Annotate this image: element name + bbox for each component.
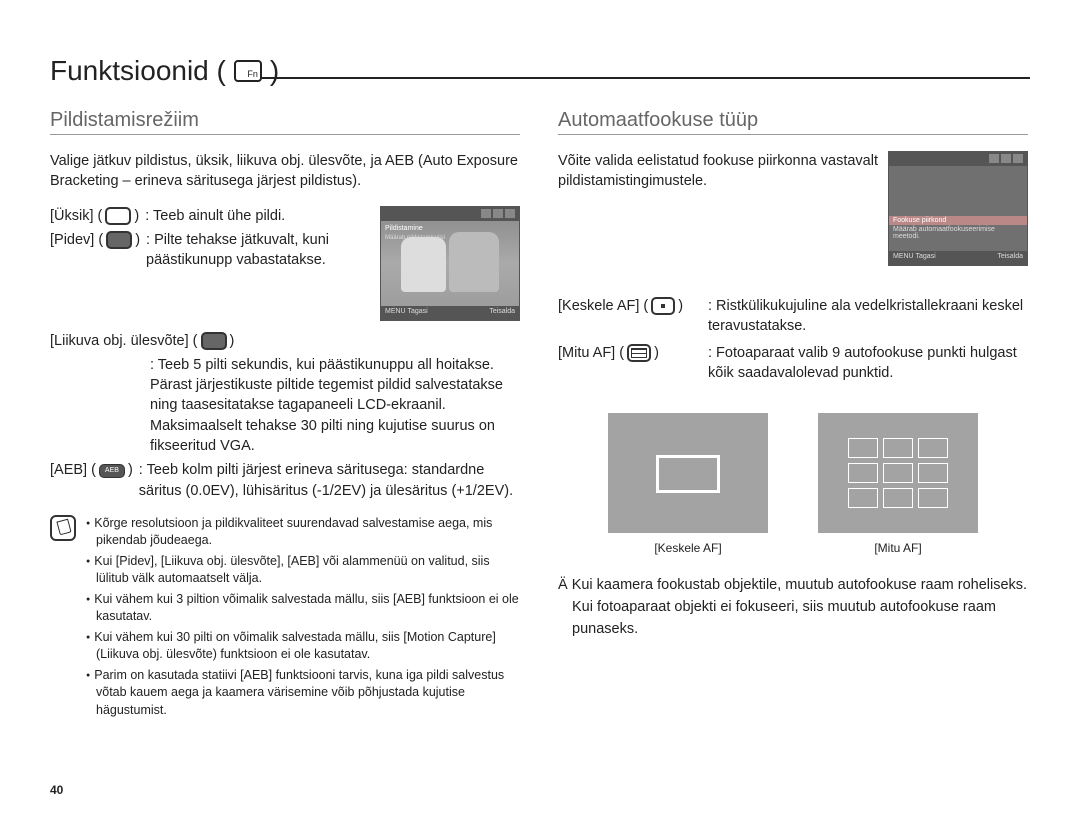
- page-title: Funktsioonid ( ): [50, 55, 1030, 87]
- title-text: Funktsioonid (: [50, 55, 226, 87]
- left-column: Pildistamisrežiim Valige jätkuv pildistu…: [50, 109, 520, 722]
- figure-center-af: [Keskele AF]: [608, 413, 768, 555]
- note-icon: [50, 515, 76, 541]
- right-column: Automaatfookuse tüüp Fookuse piirkond Mä…: [558, 109, 1028, 722]
- option-motion-desc: : Teeb 5 pilti sekundis, kui päästikunup…: [150, 355, 520, 456]
- note-item: Kõrge resolutsioon ja pildikvaliteet suu…: [86, 515, 520, 550]
- note-item: Kui [Pidev], [Liikuva obj. ülesvõte], [A…: [86, 553, 520, 588]
- figure-multi-af: [Mitu AF]: [818, 413, 978, 555]
- center-af-icon: [651, 297, 675, 315]
- page-number: 40: [50, 783, 63, 797]
- notes-box: Kõrge resolutsioon ja pildikvaliteet suu…: [50, 515, 520, 723]
- title-rule: [260, 77, 1030, 79]
- left-intro: Valige jätkuv pildistus, üksik, liikuva …: [50, 151, 520, 192]
- thumb-label: Pildistamine: [385, 225, 423, 232]
- af-screenshot: Fookuse piirkond Määrab automaatfookusee…: [888, 151, 1028, 266]
- camera-fn-icon: [234, 60, 262, 82]
- single-shot-icon: [105, 207, 131, 225]
- option-center-af: [Keskele AF] () : Ristkülikukujuline ala…: [558, 296, 1028, 337]
- thumb-sub: Määrab pildistamisviisi: [385, 235, 445, 241]
- note-item: Kui vähem kui 30 pilti on võimalik salve…: [86, 629, 520, 664]
- note-item: Parim on kasutada statiivi [AEB] funktsi…: [86, 667, 520, 720]
- option-motion: [Liikuva obj. ülesvõte] (): [50, 331, 520, 351]
- asterisk-note: Ä Kui kaamera fookustab objektile, muutu…: [558, 575, 1028, 640]
- note-item: Kui vähem kui 3 piltion võimalik salvest…: [86, 591, 520, 626]
- multi-af-icon: [627, 344, 651, 362]
- left-heading: Pildistamisrežiim: [50, 109, 520, 135]
- option-aeb: [AEB] (AEB) : Teeb kolm pilti järjest er…: [50, 460, 520, 501]
- aeb-icon: AEB: [99, 464, 125, 478]
- right-heading: Automaatfookuse tüüp: [558, 109, 1028, 135]
- af-figures: [Keskele AF] [Mitu AF]: [558, 413, 1028, 555]
- continuous-icon: [106, 231, 132, 249]
- title-close: ): [270, 55, 279, 87]
- option-continuous: [Pidev] () : Pilte tehakse jätkuvalt, ku…: [50, 230, 370, 271]
- option-single: [Üksik] () : Teeb ainult ühe pildi.: [50, 206, 370, 226]
- motion-capture-icon: [201, 332, 227, 350]
- option-multi-af: [Mitu AF] () : Fotoaparaat valib 9 autof…: [558, 343, 1028, 384]
- notes-list: Kõrge resolutsioon ja pildikvaliteet suu…: [86, 515, 520, 723]
- drive-mode-screenshot: Pildistamine Määrab pildistamisviisi MEN…: [380, 206, 520, 321]
